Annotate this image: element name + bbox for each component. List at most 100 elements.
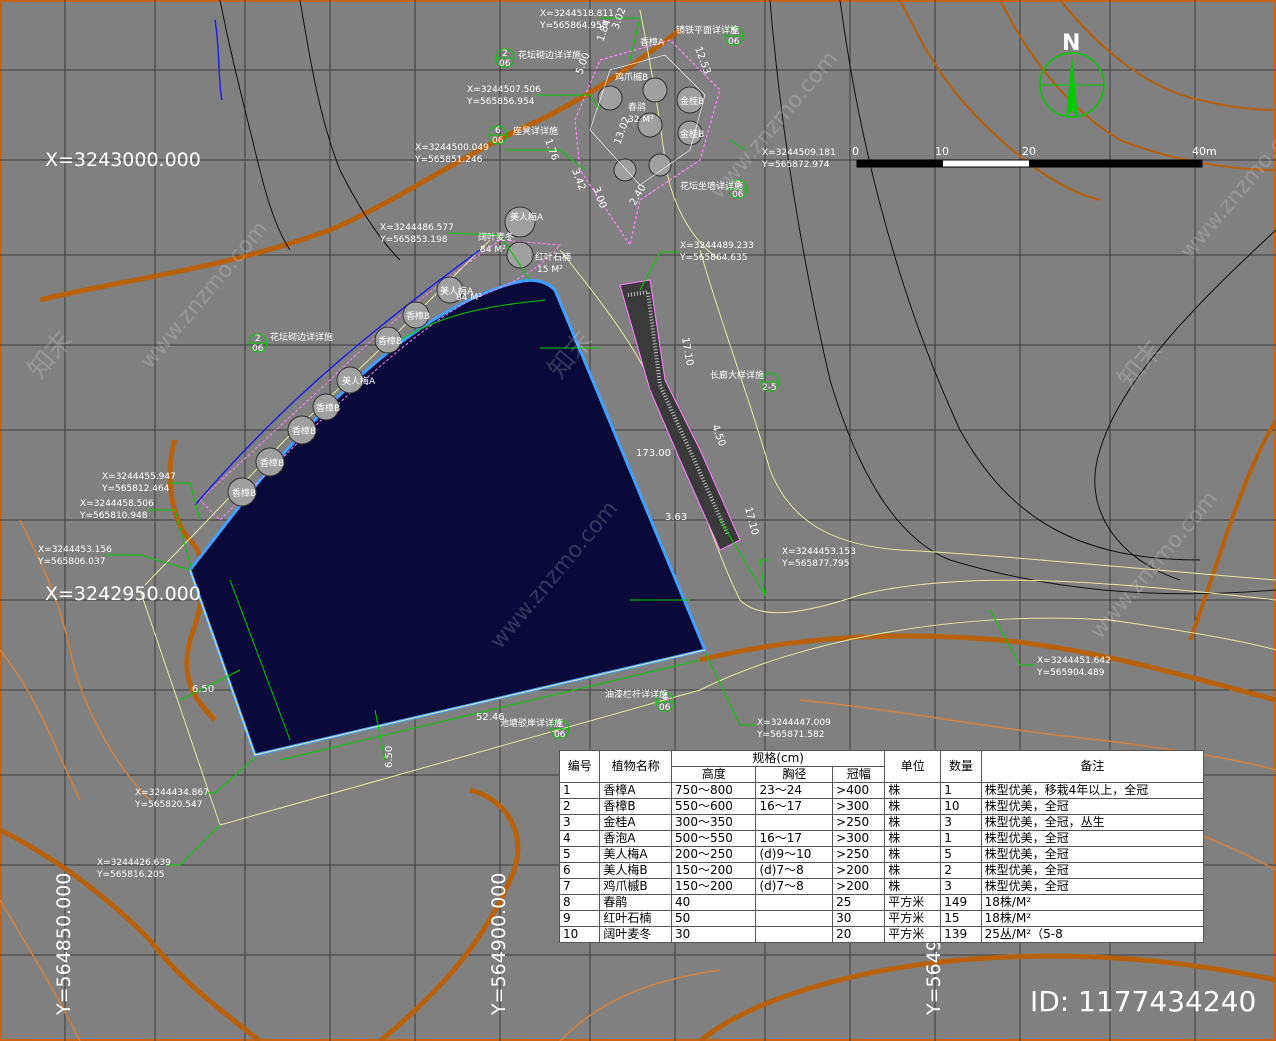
coord-y: Y=565872.974 <box>761 160 830 170</box>
table-row: 5 美人梅A 200～250 (d)9～10 >250 株 5 株型优美，全冠 <box>558 846 1205 863</box>
detail-callout: 4 06 油漆栏杆详详施 <box>605 688 675 713</box>
dimension-label: 173.00 <box>636 448 671 459</box>
plant-label: 香樟B <box>232 487 256 499</box>
coord-y: Y=565864.635 <box>679 253 747 263</box>
scale-tick: 0 <box>852 145 859 158</box>
coord-x: X=3244458.506 <box>80 499 154 509</box>
tree-symbol <box>648 153 672 177</box>
header-name: 植物名称 <box>599 750 673 783</box>
coord-x: X=3244507.506 <box>467 85 541 95</box>
svg-text:油漆栏杆详详施: 油漆栏杆详详施 <box>605 688 668 700</box>
dimension-label: 13.02 <box>612 115 632 146</box>
coord-x: X=3244518.811 <box>540 9 614 19</box>
svg-text:知末: 知末 <box>1112 335 1168 394</box>
coord-y: Y=565851.246 <box>414 155 483 165</box>
plant-label: 香樟B <box>260 457 284 469</box>
svg-text:06: 06 <box>499 59 511 69</box>
north-label: N <box>1062 31 1080 56</box>
table-header-row: 编号 植物名称 规格(cm) 单位 数量 备注 <box>558 750 1205 783</box>
header-dbh: 胸径 <box>755 766 834 783</box>
header-height: 高度 <box>671 766 757 783</box>
coord-y: Y=565877.795 <box>781 559 849 569</box>
north-arrow-icon: N <box>1039 31 1105 118</box>
svg-text:www.znzmo.com: www.znzmo.com <box>1175 106 1276 263</box>
svg-text:06: 06 <box>554 730 566 740</box>
header-qty: 数量 <box>940 750 982 783</box>
coord-y: Y=565806.037 <box>37 557 105 567</box>
plant-schedule-table: 编号 植物名称 规格(cm) 单位 数量 备注 高度 胸径 冠幅 1 香樟A 750… <box>558 750 1205 943</box>
coord-x: X=3244426.639 <box>97 858 171 868</box>
table-row: 8 春鹃 40 25 平方米 149 18株/M² <box>558 894 1205 911</box>
header-unit: 单位 <box>884 750 942 783</box>
tree-symbol <box>613 158 637 182</box>
area-label: 15 M² <box>537 265 563 275</box>
svg-text:池塘驳岸详详施: 池塘驳岸详详施 <box>500 717 563 729</box>
svg-text:2: 2 <box>255 334 261 344</box>
coord-y: Y=565853.198 <box>379 235 448 245</box>
svg-text:6: 6 <box>495 126 501 136</box>
coord-x: X=3244500.049 <box>415 143 489 153</box>
plant-label: 金桂B <box>680 95 704 107</box>
dimension-label: 3.63 <box>665 512 687 523</box>
dimension-label: 6.50 <box>384 746 395 768</box>
dimension-label: 17.10 <box>679 337 695 367</box>
grid-label-y-left: Y=564850.000 <box>53 873 75 1016</box>
detail-callout: 2 06 花坛砌边详详施 <box>495 48 581 69</box>
table-row: 4 香泡A 500～550 16～17 >300 株 1 株型优美，全冠 <box>558 830 1205 847</box>
svg-text:座凳详详施: 座凳详详施 <box>513 125 558 137</box>
dimension-label: 52.46 <box>476 712 505 723</box>
plant-label: 红叶石楠 <box>535 251 571 263</box>
header-spec: 规格(cm) <box>671 750 886 767</box>
table-row: 10 阔叶麦冬 30 20 平方米 139 25丛/M²（5-8 <box>558 926 1205 943</box>
coord-y: Y=565904.489 <box>1036 668 1105 678</box>
dimension-label: 12.53 <box>692 45 712 76</box>
coord-y: Y=565810.948 <box>79 511 148 521</box>
dimension-label: 3.00 <box>590 185 608 210</box>
coord-y: Y=565864.958 <box>539 21 608 31</box>
grid-label-x-bottom: X=3242950.000 <box>45 583 201 605</box>
plant-label: 鸡爪槭B <box>615 71 648 83</box>
coord-y: Y=565820.547 <box>134 800 202 810</box>
header-no: 编号 <box>558 750 601 783</box>
plant-label: 阔叶麦冬 <box>478 231 514 243</box>
area-label: 84 M² <box>456 293 482 303</box>
coord-x: X=3244489.233 <box>680 241 754 251</box>
plant-label: 美人梅A <box>510 211 544 223</box>
detail-callout: 2 06 花坛砌边详详施 <box>248 331 333 354</box>
plant-label: 香樟B <box>292 425 316 437</box>
dimension-label: 3.42 <box>569 167 587 192</box>
table-row: 1 香樟A 750～800 23～24 >400 株 1 株型优美，移栽4年以上，全冠 <box>558 782 1205 799</box>
coord-x: X=3244455.947 <box>102 472 176 482</box>
svg-text:花坛砌边详详施: 花坛砌边详详施 <box>270 331 333 343</box>
plant-label: 香樟B <box>316 402 340 414</box>
table-row: 3 金桂A 300～350 >250 株 3 株型优美，全冠，丛生 <box>558 814 1205 831</box>
upper-plaza <box>574 39 721 247</box>
scale-tick: 40m <box>1192 145 1217 158</box>
scale-bar: 0 10 20 40m <box>852 145 1217 168</box>
svg-text:花坛砌边详详施: 花坛砌边详详施 <box>518 49 581 61</box>
coord-x: X=3244451.642 <box>1037 656 1111 666</box>
dimension-label: 2.40 <box>628 183 649 208</box>
dimension-label: 4.50 <box>709 423 727 448</box>
plant-label: 春鹃 <box>628 101 646 113</box>
svg-text:06: 06 <box>659 703 671 713</box>
table-row: 2 香樟B 550～600 16～17 >300 株 10 株型优美，全冠 <box>558 798 1205 815</box>
plant-label: 美人梅A <box>342 375 376 387</box>
svg-text:长廊大样详施: 长廊大样详施 <box>710 369 764 381</box>
header-remark: 备注 <box>980 750 1205 783</box>
coord-y: Y=565871.582 <box>756 730 824 740</box>
coord-y: Y=565816.205 <box>96 870 164 880</box>
pond <box>188 278 708 757</box>
grid-label-x-top: X=3243000.000 <box>45 149 201 171</box>
tree-symbol <box>597 85 623 111</box>
id-watermark: ID: 1177434240 <box>1030 985 1257 1018</box>
coord-y: Y=565856.954 <box>466 97 535 107</box>
table-row: 7 鸡爪槭B 150～200 (d)7～8 >200 株 3 株型优美，全冠 <box>558 878 1205 895</box>
svg-text:知末: 知末 <box>22 325 78 384</box>
coord-x: X=3244434.867 <box>135 788 209 798</box>
dimension-label: 17.10 <box>742 506 760 537</box>
area-label: 84 M² <box>480 245 506 255</box>
coord-x: X=3244486.577 <box>380 223 454 233</box>
table-row: 6 美人梅B 150～200 (d)7～8 >200 株 2 株型优美，全冠 <box>558 862 1205 879</box>
svg-text:06: 06 <box>252 344 264 354</box>
